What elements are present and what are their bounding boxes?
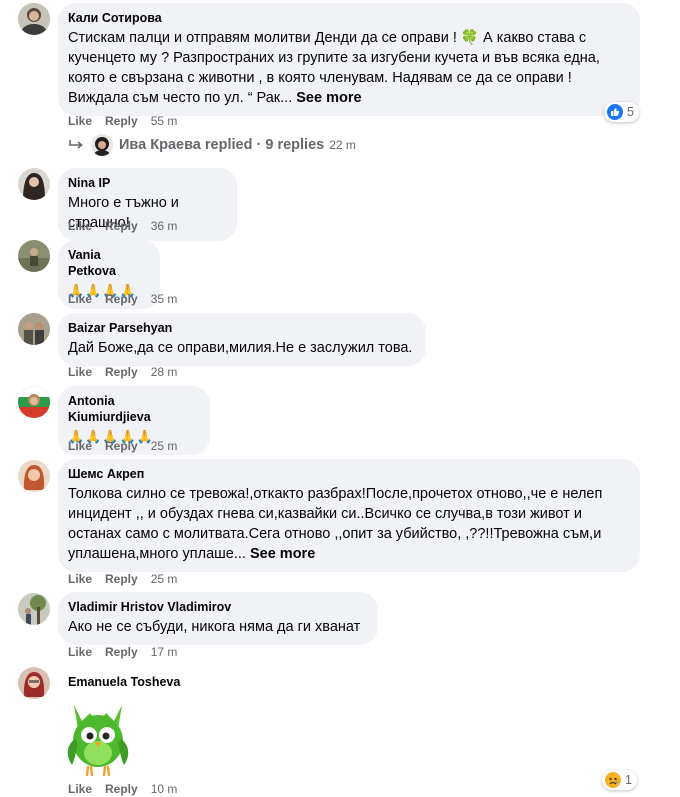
like-button[interactable]: Like bbox=[68, 572, 92, 586]
comment-actions: Like Reply 36 m bbox=[68, 218, 177, 234]
comment-author[interactable]: Nina IP bbox=[68, 175, 225, 191]
avatar[interactable] bbox=[18, 240, 50, 272]
avatar[interactable] bbox=[18, 460, 50, 492]
comment-text-body: Толкова силно се тревожа!,откакто разбра… bbox=[68, 486, 603, 562]
like-button[interactable]: Like bbox=[68, 439, 92, 453]
reply-button[interactable]: Reply bbox=[105, 365, 138, 379]
view-replies-button[interactable]: Ива Краева replied · 9 replies 22 m bbox=[68, 134, 356, 156]
comment-time[interactable]: 25 m bbox=[151, 439, 178, 453]
comment-actions: Like Reply 17 m bbox=[68, 644, 177, 660]
replied-label: replied bbox=[204, 137, 253, 153]
comment-text: Стискам палци и отправям молитви Денди д… bbox=[68, 28, 628, 108]
like-button[interactable]: Like bbox=[68, 292, 92, 306]
reaction-count: 1 bbox=[625, 773, 632, 787]
comment-author[interactable]: Шемс Акреп bbox=[68, 466, 628, 482]
like-button[interactable]: Like bbox=[68, 219, 92, 233]
avatar[interactable] bbox=[18, 168, 50, 200]
comment-author[interactable]: Vania Petkova bbox=[68, 247, 148, 279]
like-button[interactable]: Like bbox=[68, 645, 92, 659]
comment-time[interactable]: 17 m bbox=[151, 645, 178, 659]
sad-face-icon bbox=[605, 772, 621, 788]
comment-bubble: Кали Сотирова Стискам палци и отправям м… bbox=[58, 3, 640, 116]
comment-actions: Like Reply 55 m bbox=[68, 113, 177, 129]
reaction-summary[interactable]: 5 bbox=[604, 102, 639, 122]
reply-button[interactable]: Reply bbox=[105, 292, 138, 306]
avatar[interactable] bbox=[18, 3, 50, 35]
replier-name: Ива Краева bbox=[119, 137, 201, 153]
comment-time[interactable]: 35 m bbox=[151, 292, 178, 306]
replies-count: 9 replies bbox=[265, 137, 325, 153]
comment-time[interactable]: 36 m bbox=[151, 219, 178, 233]
reply-button[interactable]: Reply bbox=[105, 439, 138, 453]
comment-time[interactable]: 25 m bbox=[151, 572, 178, 586]
comment-actions: Like Reply 35 m bbox=[68, 291, 177, 307]
see-more-link[interactable]: See more bbox=[250, 546, 315, 562]
comment-author[interactable]: Baizar Parsehyan bbox=[68, 320, 414, 336]
reaction-summary[interactable]: 1 bbox=[602, 770, 637, 790]
reaction-count: 5 bbox=[627, 105, 634, 119]
comment-actions: Like Reply 25 m bbox=[68, 438, 177, 454]
like-button[interactable]: Like bbox=[68, 365, 92, 379]
separator: · bbox=[256, 137, 262, 153]
comment-author[interactable]: Antonia Kiumiurdjieva bbox=[68, 393, 198, 425]
avatar[interactable] bbox=[18, 593, 50, 625]
comment-text: Дай Боже,да се оправи,милия.Не е заслужи… bbox=[68, 340, 413, 356]
reply-button[interactable]: Reply bbox=[105, 645, 138, 659]
comment-time[interactable]: 28 m bbox=[151, 365, 178, 379]
comment-author[interactable]: Кали Сотирова bbox=[68, 10, 628, 26]
comment-author[interactable]: Emanuela Tosheva bbox=[68, 675, 180, 689]
comment-bubble: Шемс Акреп Толкова силно се тревожа!,отк… bbox=[58, 459, 640, 572]
comment-bubble: Vladimir Hristov Vladimirov Ако не се съ… bbox=[58, 592, 378, 645]
comment-actions: Like Reply 10 m bbox=[68, 781, 177, 797]
avatar[interactable] bbox=[18, 667, 50, 699]
replier-avatar bbox=[91, 134, 113, 156]
comment-author[interactable]: Vladimir Hristov Vladimirov bbox=[68, 599, 366, 615]
reply-arrow-icon bbox=[68, 139, 84, 151]
comment-text: Ако не се събуди, никога няма да ги хван… bbox=[68, 619, 361, 635]
comment-time[interactable]: 10 m bbox=[151, 782, 178, 796]
comment-text: Толкова силно се тревожа!,откакто разбра… bbox=[68, 484, 628, 564]
comment-time[interactable]: 55 m bbox=[151, 114, 178, 128]
replies-time: 22 m bbox=[329, 138, 356, 152]
reply-button[interactable]: Reply bbox=[105, 782, 138, 796]
like-button[interactable]: Like bbox=[68, 782, 92, 796]
reply-button[interactable]: Reply bbox=[105, 219, 138, 233]
green-owl-sticker bbox=[60, 695, 136, 779]
see-more-link[interactable]: See more bbox=[296, 90, 361, 106]
comment-actions: Like Reply 28 m bbox=[68, 364, 177, 380]
reply-button[interactable]: Reply bbox=[105, 114, 138, 128]
avatar[interactable] bbox=[18, 313, 50, 345]
comment-bubble: Baizar Parsehyan Дай Боже,да се оправи,м… bbox=[58, 313, 426, 366]
avatar[interactable] bbox=[18, 386, 50, 418]
reply-button[interactable]: Reply bbox=[105, 572, 138, 586]
like-icon bbox=[607, 104, 623, 120]
like-button[interactable]: Like bbox=[68, 114, 92, 128]
comment-actions: Like Reply 25 m bbox=[68, 571, 177, 587]
